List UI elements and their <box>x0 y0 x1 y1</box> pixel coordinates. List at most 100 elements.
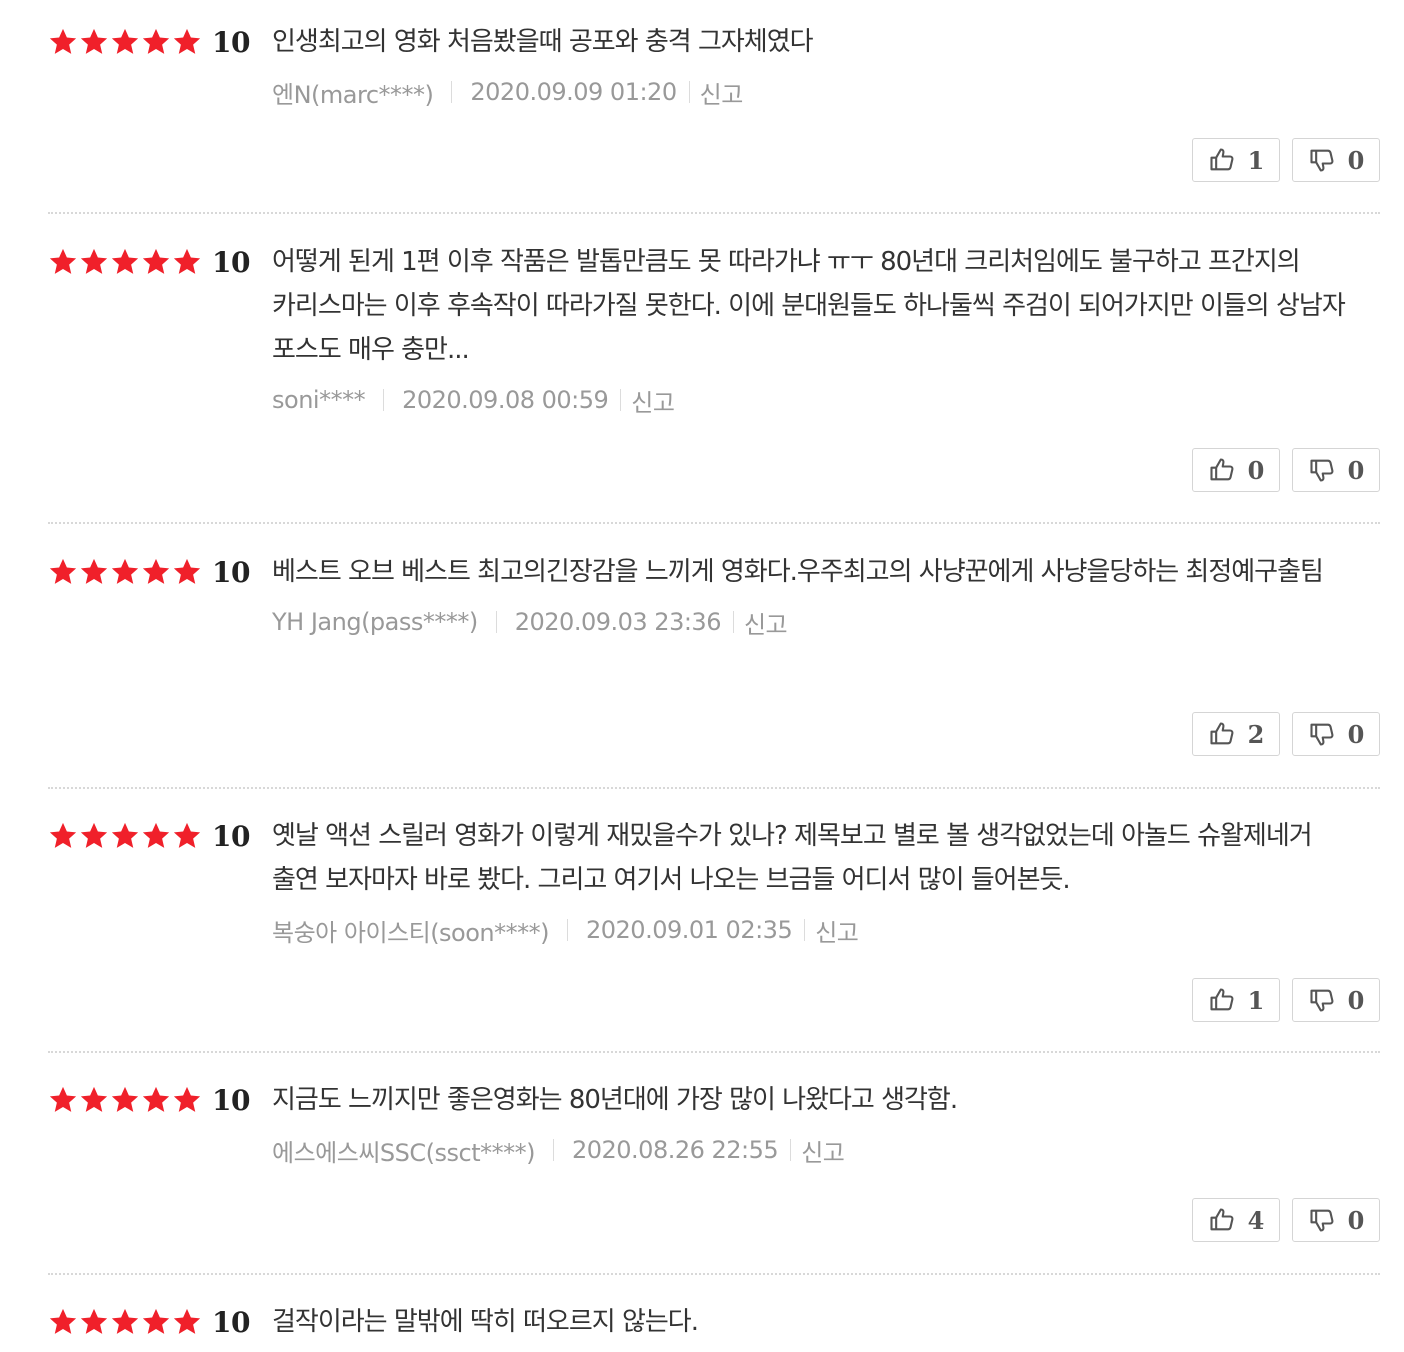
review-text: 걸작이라는 말밖에 딱히 떠오르지 않는다. <box>272 1307 699 1337</box>
review-body: 걸작이라는 말밖에 딱히 떠오르지 않는다. <box>272 1300 1352 1344</box>
vote-actions: 1 0 <box>1192 978 1380 1022</box>
star-icon <box>80 822 108 848</box>
star-rating <box>48 557 202 587</box>
vote-actions: 1 0 <box>1192 138 1380 182</box>
dislike-button[interactable]: 0 <box>1292 1198 1380 1242</box>
review-date: 2020.09.01 02:35 <box>586 916 793 944</box>
star-rating <box>48 1085 202 1115</box>
rating-score: 10 <box>212 1083 250 1117</box>
like-count: 1 <box>1247 145 1265 175</box>
meta-divider <box>495 611 497 633</box>
star-icon <box>111 822 139 848</box>
star-icon <box>80 28 108 54</box>
review-divider <box>48 787 1380 789</box>
review-author: 에스에스씨SSC(ssct****) <box>272 1138 535 1167</box>
star-rating <box>48 247 202 277</box>
star-icon <box>80 1086 108 1112</box>
star-icon <box>49 248 77 274</box>
review-divider <box>48 1051 1380 1053</box>
review-list: 10 인생최고의 영화 처음봤을때 공포와 충격 그자체였다 엔N(marc**… <box>0 0 1404 1352</box>
report-link[interactable]: 신고 <box>801 1133 845 1168</box>
review-date: 2020.08.26 22:55 <box>571 1136 779 1164</box>
review-author: soni**** <box>272 386 366 414</box>
star-icon <box>49 558 77 584</box>
like-count: 2 <box>1247 719 1265 749</box>
like-button[interactable]: 1 <box>1192 978 1280 1022</box>
like-count: 0 <box>1247 455 1265 485</box>
review-divider <box>48 1273 1380 1275</box>
review-date: 2020.09.09 01:20 <box>470 78 677 106</box>
star-icon <box>142 822 170 848</box>
star-icon <box>173 1086 201 1112</box>
review-text: 어떻게 된게 1편 이후 작품은 발톱만큼도 못 따라가냐 ㅠㅜ 80년대 크리… <box>272 247 1346 365</box>
report-link[interactable]: 신고 <box>744 605 788 640</box>
thumbs-down-icon <box>1310 723 1334 746</box>
review-divider <box>48 522 1380 524</box>
star-icon <box>173 248 201 274</box>
review-score: 10 <box>48 240 250 284</box>
review-meta: YH Jang(pass****) 2020.09.03 23:36 신고 <box>272 605 1352 640</box>
thumbs-down-icon <box>1310 149 1334 172</box>
review-text: 옛날 액션 스릴러 영화가 이렇게 재밌을수가 있나? 제목보고 별로 볼 생각… <box>272 821 1313 895</box>
thumbs-down-icon <box>1310 459 1334 482</box>
dislike-button[interactable]: 0 <box>1292 138 1380 182</box>
review-score: 10 <box>48 814 250 858</box>
dislike-button[interactable]: 0 <box>1292 712 1380 756</box>
star-icon <box>49 1308 77 1334</box>
star-rating <box>48 821 202 851</box>
star-icon <box>142 248 170 274</box>
rating-score: 10 <box>212 555 250 589</box>
dislike-count: 0 <box>1347 719 1365 749</box>
review-body: 베스트 오브 베스트 최고의긴장감을 느끼게 영화다.우주최고의 사냥꾼에게 사… <box>272 550 1352 640</box>
star-rating <box>48 27 202 57</box>
thumbs-up-icon <box>1210 722 1234 745</box>
rating-score: 10 <box>212 245 250 279</box>
review-body: 지금도 느끼지만 좋은영화는 80년대에 가장 많이 나왔다고 생각함. 에스에… <box>272 1078 1352 1168</box>
review-score: 10 <box>48 1078 250 1122</box>
review-score: 10 <box>48 1300 250 1344</box>
review-date: 2020.09.03 23:36 <box>514 608 722 636</box>
review-body: 인생최고의 영화 처음봤을때 공포와 충격 그자체였다 엔N(marc****)… <box>272 20 1352 110</box>
star-icon <box>111 28 139 54</box>
dislike-count: 0 <box>1347 1205 1365 1235</box>
vote-actions: 0 0 <box>1192 448 1380 492</box>
dislike-button[interactable]: 0 <box>1292 978 1380 1022</box>
star-rating <box>48 1307 202 1337</box>
star-icon <box>49 1086 77 1112</box>
like-count: 1 <box>1247 985 1265 1015</box>
like-button[interactable]: 1 <box>1192 138 1280 182</box>
like-button[interactable]: 2 <box>1192 712 1280 756</box>
star-icon <box>142 1308 170 1334</box>
star-icon <box>173 1308 201 1334</box>
star-icon <box>80 248 108 274</box>
report-link[interactable]: 신고 <box>815 913 859 948</box>
dislike-count: 0 <box>1347 145 1365 175</box>
rating-score: 10 <box>212 1305 250 1339</box>
like-button[interactable]: 0 <box>1192 448 1280 492</box>
like-count: 4 <box>1247 1205 1265 1235</box>
thumbs-down-icon <box>1310 989 1334 1012</box>
star-icon <box>49 28 77 54</box>
meta-divider <box>383 389 385 411</box>
review-text: 인생최고의 영화 처음봤을때 공포와 충격 그자체였다 <box>272 27 814 57</box>
thumbs-up-icon <box>1210 458 1234 481</box>
dislike-button[interactable]: 0 <box>1292 448 1380 492</box>
star-icon <box>111 1308 139 1334</box>
star-icon <box>142 28 170 54</box>
thumbs-up-icon <box>1210 1208 1234 1231</box>
review-body: 어떻게 된게 1편 이후 작품은 발톱만큼도 못 따라가냐 ㅠㅜ 80년대 크리… <box>272 240 1352 418</box>
star-icon <box>80 558 108 584</box>
star-icon <box>111 558 139 584</box>
like-button[interactable]: 4 <box>1192 1198 1280 1242</box>
star-icon <box>173 822 201 848</box>
rating-score: 10 <box>212 25 250 59</box>
review-text: 베스트 오브 베스트 최고의긴장감을 느끼게 영화다.우주최고의 사냥꾼에게 사… <box>272 557 1324 587</box>
thumbs-up-icon <box>1210 148 1234 171</box>
report-link[interactable]: 신고 <box>631 383 675 418</box>
star-icon <box>142 1086 170 1112</box>
review-score: 10 <box>48 20 250 64</box>
star-icon <box>80 1308 108 1334</box>
meta-divider <box>732 611 734 633</box>
meta-divider <box>688 81 690 103</box>
report-link[interactable]: 신고 <box>700 75 744 110</box>
